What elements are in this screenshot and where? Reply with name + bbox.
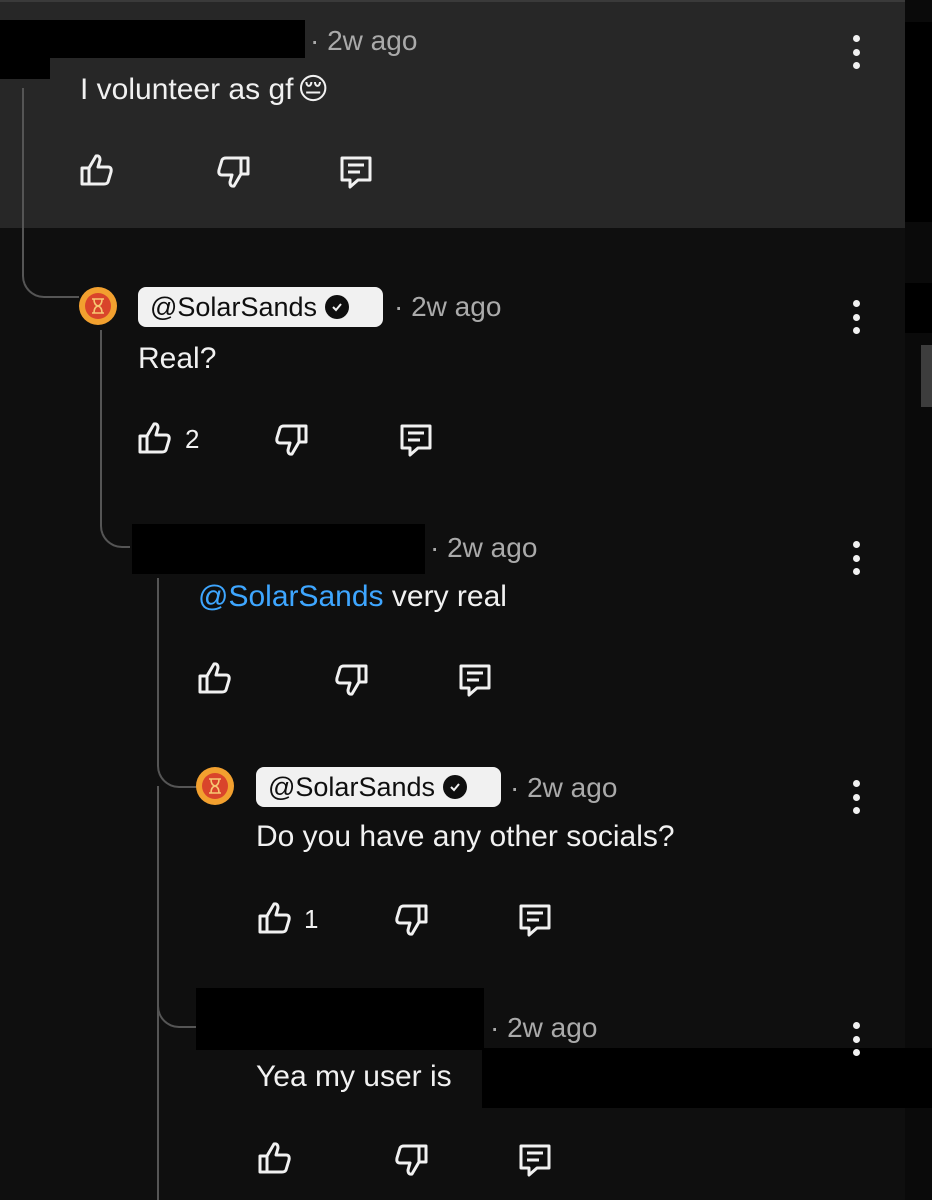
channel-handle-badge[interactable]: @SolarSands bbox=[138, 287, 383, 327]
pensive-face-emoji: 😔 bbox=[297, 73, 329, 106]
channel-handle-badge[interactable]: @SolarSands bbox=[256, 767, 501, 807]
redacted-username bbox=[132, 524, 425, 574]
thread-line bbox=[100, 330, 102, 480]
redacted-username bbox=[0, 20, 305, 58]
thread-connector bbox=[157, 990, 197, 1028]
avatar[interactable] bbox=[79, 287, 117, 325]
comment-timestamp: · 2w ago bbox=[430, 532, 538, 563]
comment-text: Do you have any other socials? bbox=[256, 820, 675, 853]
thumbs-down-icon[interactable] bbox=[392, 1140, 432, 1180]
thumbs-up-icon[interactable] bbox=[254, 898, 294, 938]
more-options-button[interactable] bbox=[851, 1022, 861, 1056]
thread-connector bbox=[22, 88, 79, 298]
verified-check-icon bbox=[325, 295, 349, 319]
like-count: 1 bbox=[304, 904, 319, 934]
reply-icon[interactable] bbox=[455, 660, 495, 700]
comment-timestamp: · 2w ago bbox=[394, 291, 502, 322]
thread-line bbox=[157, 578, 159, 743]
hourglass-icon bbox=[209, 778, 221, 794]
thumbs-up-icon[interactable] bbox=[76, 150, 116, 190]
thumbs-down-icon[interactable] bbox=[214, 152, 254, 192]
scrollbar-thumb[interactable] bbox=[921, 345, 932, 407]
comment-timestamp: · 2w ago bbox=[310, 25, 418, 56]
channel-handle: @SolarSands bbox=[150, 291, 317, 322]
right-edge-block bbox=[905, 22, 932, 222]
redacted-username bbox=[196, 988, 484, 1050]
more-options-button[interactable] bbox=[851, 541, 861, 575]
reply-icon[interactable] bbox=[396, 420, 436, 460]
comment-timestamp: · 2w ago bbox=[490, 1012, 598, 1043]
reply-icon[interactable] bbox=[336, 152, 376, 192]
thumbs-up-icon[interactable] bbox=[254, 1138, 294, 1178]
verified-check-icon bbox=[443, 775, 467, 799]
comment-text: I volunteer as gf 😔 bbox=[80, 72, 329, 107]
hourglass-icon bbox=[92, 298, 104, 314]
comment-text: @SolarSands very real bbox=[198, 580, 507, 614]
mention-link[interactable]: @SolarSands bbox=[198, 580, 384, 613]
redacted-text bbox=[482, 1048, 905, 1108]
comment-text-content: very real bbox=[383, 580, 507, 613]
avatar[interactable] bbox=[196, 767, 234, 805]
comment-text-content: I volunteer as gf bbox=[80, 73, 294, 106]
comment-text: Yea my user is bbox=[256, 1060, 452, 1093]
comment-timestamp: · 2w ago bbox=[510, 772, 618, 803]
thumbs-down-icon[interactable] bbox=[392, 900, 432, 940]
more-options-button[interactable] bbox=[851, 780, 861, 814]
thread-connector bbox=[100, 470, 130, 548]
channel-handle: @SolarSands bbox=[268, 771, 435, 802]
right-edge-block bbox=[905, 1048, 932, 1108]
top-divider bbox=[0, 0, 932, 2]
thumbs-up-icon[interactable] bbox=[194, 658, 234, 698]
reply-icon[interactable] bbox=[515, 900, 555, 940]
thumbs-up-icon[interactable] bbox=[134, 418, 174, 458]
more-options-button[interactable] bbox=[851, 300, 861, 334]
right-edge-block bbox=[905, 283, 932, 333]
comment-text: Real? bbox=[138, 342, 217, 375]
like-count: 2 bbox=[185, 424, 200, 454]
reply-icon[interactable] bbox=[515, 1140, 555, 1180]
more-options-button[interactable] bbox=[851, 35, 861, 69]
thumbs-down-icon[interactable] bbox=[332, 660, 372, 700]
thumbs-down-icon[interactable] bbox=[272, 420, 312, 460]
thread-connector bbox=[157, 740, 199, 788]
redacted-avatar bbox=[0, 55, 50, 79]
